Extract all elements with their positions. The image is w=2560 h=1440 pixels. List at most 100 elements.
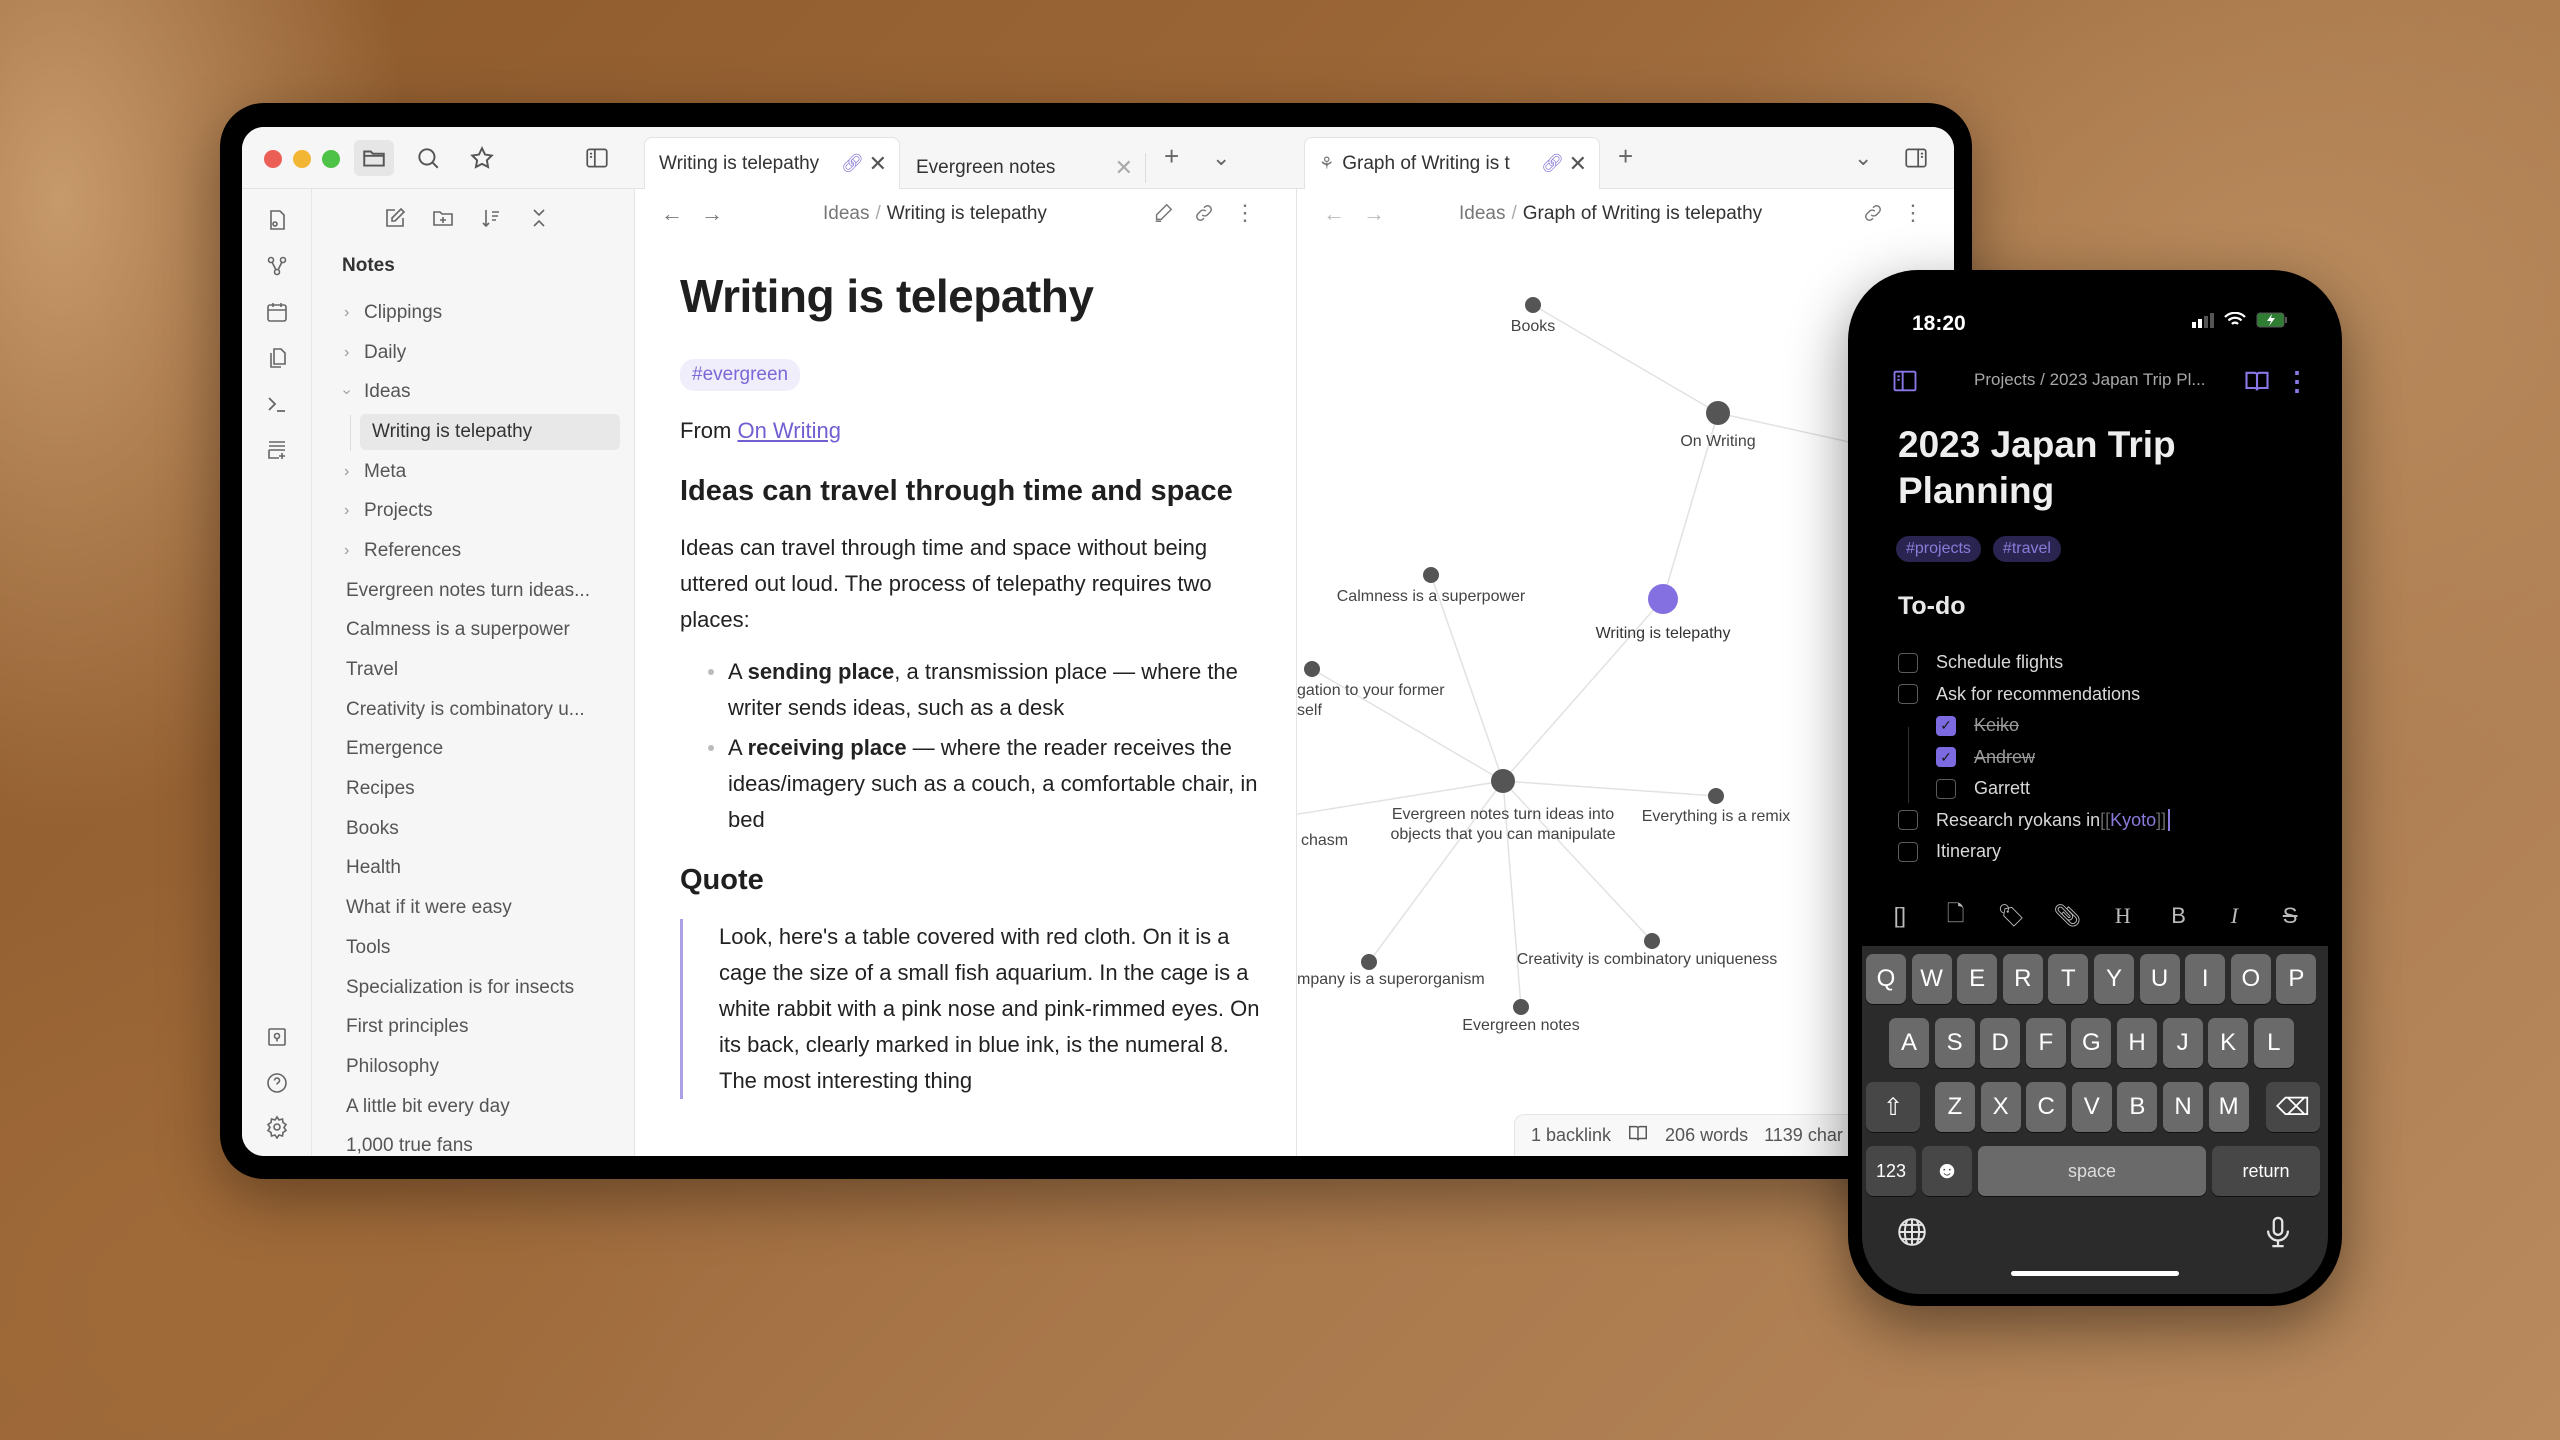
canvas-button[interactable] [262,435,292,465]
key-f[interactable]: F [2025,1018,2066,1068]
file-item[interactable]: Emergence [312,730,634,770]
file-item[interactable]: A little bit every day [312,1087,634,1127]
key-x[interactable]: X [1980,1082,2021,1132]
key-b[interactable]: B [2117,1082,2158,1132]
folder-references[interactable]: › References [312,531,634,571]
forward-button[interactable]: → [1363,201,1385,227]
strikethrough-button[interactable]: S [2272,903,2308,929]
more-options-button[interactable]: ⋮ [1899,199,1927,227]
tab-list-dropdown[interactable]: ⌄ [1212,145,1230,171]
key-k[interactable]: K [2208,1018,2249,1068]
key-n[interactable]: N [2163,1082,2203,1132]
file-item[interactable]: Creativity is combinatory u... [312,690,634,730]
key-z[interactable]: Z [1935,1082,1975,1132]
folder-projects[interactable]: › Projects [312,491,634,531]
file-writing-is-telepathy[interactable]: Writing is telepathy [312,412,634,452]
graph-node-company[interactable] [1361,954,1377,970]
backspace-key[interactable]: ⌫ [2266,1082,2320,1132]
key-s[interactable]: S [1934,1018,1975,1068]
graph-node-books[interactable] [1525,297,1541,313]
tag-travel[interactable]: #travel [1992,536,2061,562]
graph-node-calm[interactable] [1423,567,1439,583]
task-checkbox[interactable] [1898,684,1918,705]
key-t[interactable]: T [2048,954,2089,1004]
graph-node-evnotes[interactable] [1513,999,1529,1015]
key-h[interactable]: H [2117,1018,2157,1068]
settings-button[interactable] [262,1112,292,1142]
italic-button[interactable]: I [2216,903,2252,929]
task-checkbox[interactable] [1936,778,1956,799]
numbers-key[interactable]: 123 [1866,1146,1916,1196]
key-i[interactable]: I [2185,954,2226,1004]
collapse-all-button[interactable] [526,205,552,231]
sort-button[interactable] [478,205,504,231]
templates-button[interactable] [262,343,292,373]
help-button[interactable] [262,1068,292,1098]
graph-view-button[interactable] [262,251,292,281]
folder-ideas[interactable]: › Ideas [312,372,634,412]
key-y[interactable]: Y [2094,954,2134,1004]
more-options-button[interactable]: ⋮ [2282,366,2312,396]
tab-graph-of-writing-is-telepathy[interactable]: ⚘ Graph of Writing is t 🔗︎ ✕ [1304,137,1600,189]
zoom-window-button[interactable] [322,150,340,168]
breadcrumb-current[interactable]: Writing is telepathy [887,203,1047,224]
tab-evergreen-notes[interactable]: Evergreen notes ✕ [902,153,1146,183]
reading-mode-icon[interactable] [1627,1122,1649,1149]
file-item[interactable]: First principles [312,1007,634,1047]
file-item[interactable]: Tools [312,928,634,968]
shift-key[interactable]: ⇧ [1866,1082,1920,1132]
return-key[interactable]: return [2212,1146,2320,1196]
wikilink-button[interactable]: [] [1882,903,1918,929]
task-checkbox[interactable] [1898,841,1918,862]
task-checkbox[interactable] [1898,652,1918,673]
tag-evergreen[interactable]: #evergreen [680,359,801,391]
new-tab-button[interactable]: + [1164,141,1179,172]
close-tab-icon[interactable]: ✕ [869,151,887,177]
file-item[interactable]: What if it were easy [312,888,634,928]
back-button[interactable]: ← [661,201,683,227]
reading-view-button[interactable] [2242,366,2272,396]
key-q[interactable]: Q [1866,954,1906,1004]
copy-link-button[interactable] [1859,199,1887,227]
attachment-icon[interactable]: 📎︎ [2049,903,2085,929]
folder-meta[interactable]: › Meta [312,452,634,492]
graph-node-remix[interactable] [1708,788,1724,804]
tab-writing-is-telepathy[interactable]: Writing is telepathy 🔗︎ ✕ [644,137,900,189]
file-item[interactable]: Travel [312,650,634,690]
file-item[interactable]: Specialization is for insects [312,968,634,1008]
bold-button[interactable]: B [2161,903,2197,929]
new-tab-button[interactable]: + [1618,141,1633,172]
task-checkbox-checked[interactable]: ✓ [1936,715,1956,736]
tag-icon[interactable]: 🏷︎ [1993,903,2029,929]
file-item[interactable]: Calmness is a superpower [312,611,634,651]
file-icon[interactable]: 🗋 [1938,897,1974,935]
key-g[interactable]: G [2071,1018,2112,1068]
back-button[interactable]: ← [1323,201,1345,227]
graph-node-creativity[interactable] [1644,933,1660,949]
key-e[interactable]: E [1957,954,1998,1004]
close-window-button[interactable] [264,150,282,168]
graph-node-oblig[interactable] [1304,661,1320,677]
key-j[interactable]: J [2162,1018,2203,1068]
file-item[interactable]: Books [312,809,634,849]
key-o[interactable]: O [2230,954,2271,1004]
key-a[interactable]: A [1889,1018,1929,1068]
daily-note-button[interactable] [262,297,292,327]
tab-list-dropdown[interactable]: ⌄ [1854,145,1872,171]
minimize-window-button[interactable] [293,150,311,168]
file-item[interactable]: Recipes [312,769,634,809]
graph-node-onwriting[interactable] [1706,401,1730,425]
globe-key[interactable] [1894,1214,1930,1250]
close-tab-icon[interactable]: ✕ [1115,155,1133,181]
tag-projects[interactable]: #projects [1896,536,1981,562]
key-d[interactable]: D [1980,1018,2021,1068]
vault-switcher-button[interactable] [262,1022,292,1052]
key-l[interactable]: L [2253,1018,2294,1068]
emoji-key[interactable]: ☻ [1922,1146,1972,1196]
file-item[interactable]: Health [312,849,634,889]
mobile-breadcrumb[interactable]: Projects / 2023 Japan Trip Pl... [1974,370,2206,390]
file-item[interactable]: Evergreen notes turn ideas... [312,571,634,611]
command-palette-button[interactable] [262,389,292,419]
new-note-button[interactable] [382,205,408,231]
sidebar-toggle-button[interactable] [1890,366,1920,396]
